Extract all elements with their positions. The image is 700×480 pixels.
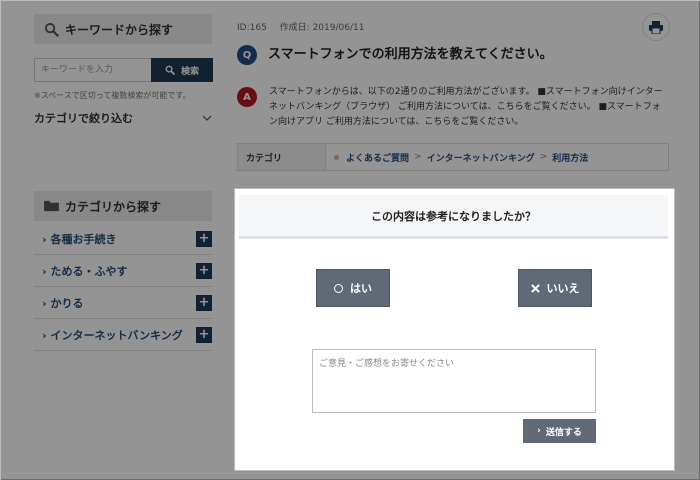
feedback-modal: この内容は参考になりましたか？ はい いいえ › 送信する [234,188,675,471]
no-button-label: いいえ [546,282,580,295]
close-icon [530,283,540,293]
chevron-right-icon: › [537,426,541,436]
faq-page: キーワードから探す 検索 ※スペースで区切って複数検索が可能です。 カテゴリで絞… [0,0,700,480]
comment-textarea[interactable] [312,349,596,413]
feedback-title: この内容は参考になりましたか？ [239,195,668,239]
yes-button-label: はい [350,282,372,295]
send-button[interactable]: › 送信する [523,419,596,443]
no-button[interactable]: いいえ [518,269,592,307]
send-button-label: 送信する [545,427,582,438]
circle-icon [334,283,343,293]
yes-button[interactable]: はい [316,269,390,307]
